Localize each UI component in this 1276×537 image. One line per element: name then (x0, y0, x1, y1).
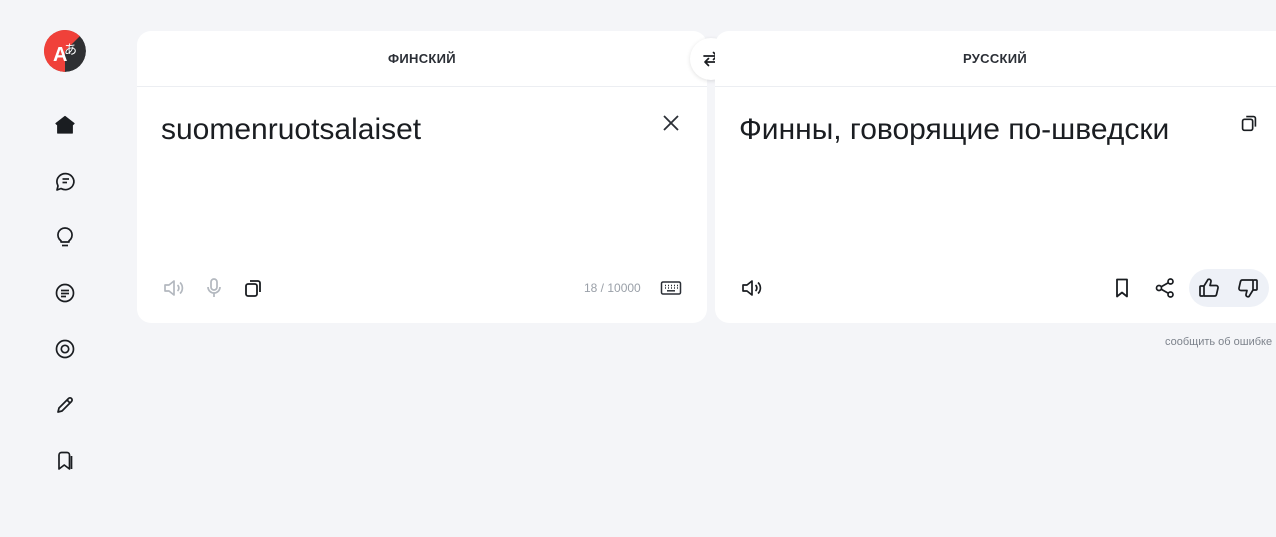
thumbs-up-icon (1199, 278, 1219, 297)
character-counter: 18 / 10000 (584, 281, 641, 295)
nav-chat[interactable] (50, 166, 80, 196)
source-copy-button[interactable] (240, 275, 266, 301)
document-icon (55, 283, 75, 303)
share-icon (1155, 278, 1174, 298)
keyboard-icon (660, 281, 682, 295)
source-panel-header: ФИНСКИЙ (137, 31, 707, 87)
voice-input-button[interactable] (201, 275, 227, 301)
source-listen-button[interactable] (161, 275, 187, 301)
chat-icon (56, 172, 75, 191)
bookmarks-icon (58, 451, 73, 470)
target-panel: РУССКИЙ Финны, говорящие по-шведски (715, 31, 1276, 323)
nav-home[interactable] (50, 110, 80, 140)
camera-icon (55, 339, 75, 359)
virtual-keyboard-button[interactable] (658, 275, 684, 301)
save-to-collection-button[interactable] (1109, 275, 1135, 301)
nav-ideas[interactable] (50, 222, 80, 252)
thumbs-down-button[interactable] (1235, 275, 1261, 301)
translator-logo[interactable]: A あ (44, 30, 86, 72)
speaker-icon (164, 280, 184, 296)
share-button[interactable] (1152, 275, 1178, 301)
pencil-icon (57, 397, 73, 413)
report-error-link[interactable]: сообщить об ошибке (1165, 336, 1272, 348)
nav-documents[interactable] (50, 278, 80, 308)
close-icon (663, 115, 679, 131)
thumbs-up-button[interactable] (1196, 275, 1222, 301)
source-input[interactable]: suomenruotsalaiset (161, 113, 421, 147)
home-icon (55, 115, 75, 134)
logo-icon: A あ (44, 30, 86, 72)
target-copy-button[interactable] (1236, 110, 1262, 136)
nav-write[interactable] (50, 390, 80, 420)
target-language-button[interactable]: РУССКИЙ (963, 51, 1027, 66)
source-language-button[interactable]: ФИНСКИЙ (388, 51, 456, 66)
clear-button[interactable] (658, 110, 684, 136)
sidebar: A あ (0, 0, 130, 537)
lightbulb-icon (57, 227, 73, 247)
speaker-icon (742, 280, 762, 296)
nav-images[interactable] (50, 334, 80, 364)
thumbs-down-icon (1238, 279, 1258, 298)
source-panel: ФИНСКИЙ suomenruotsalaiset 18 / 10000 (137, 31, 707, 323)
nav-collections[interactable] (50, 446, 80, 476)
translation-output: Финны, говорящие по-шведски (739, 113, 1170, 146)
svg-text:あ: あ (64, 43, 77, 58)
target-panel-header: РУССКИЙ (715, 31, 1276, 87)
copy-icon (245, 280, 261, 297)
target-listen-button[interactable] (739, 275, 765, 301)
microphone-icon (207, 278, 221, 297)
copy-icon (1241, 115, 1257, 132)
bookmark-icon (1116, 278, 1128, 298)
